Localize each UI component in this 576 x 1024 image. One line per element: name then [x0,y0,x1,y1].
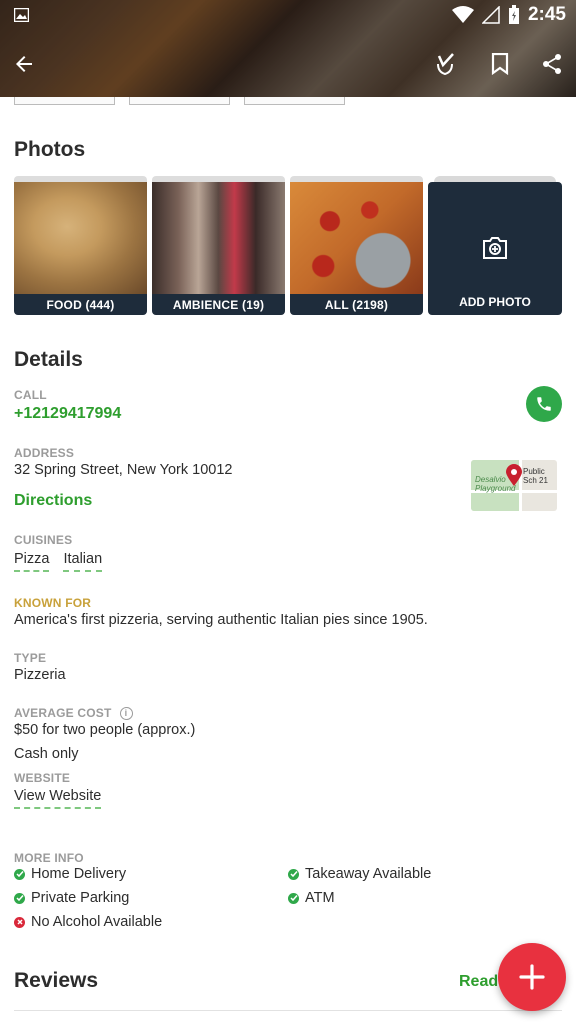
more-info-text: No Alcohol Available [31,914,163,930]
divider [14,1010,562,1011]
known-for-text: America's first pizzeria, serving authen… [14,612,428,628]
bookmark-icon [491,53,509,75]
photo-card-label: AMBIENCE (19) [152,294,285,315]
more-info-item: ATM [288,890,335,906]
average-cost-header: AVERAGE COST i [14,706,133,721]
menu-images-strip[interactable] [14,97,345,105]
cuisine-tag[interactable]: Italian [63,551,103,572]
cross-icon [14,916,25,928]
call-button[interactable] [526,386,562,422]
share-button[interactable] [536,48,568,80]
photo-card-label: ALL (2198) [290,294,423,315]
known-for-label: KNOWN FOR [14,596,92,610]
average-cost-label: AVERAGE COST [14,706,112,720]
menu-image[interactable] [244,97,345,105]
add-photo-label: ADD PHOTO [459,295,531,309]
photos-row: FOOD (444) AMBIENCE (19) ALL (2198) ADD … [14,176,562,316]
menu-image[interactable] [129,97,230,105]
image-notification-icon [14,8,29,22]
map-thumbnail[interactable]: Desalvio Playground Public Sch 21 [471,460,557,511]
check-pin-icon [437,53,454,76]
food-photo [14,182,147,294]
all-photo [290,182,423,294]
toolbar [0,40,576,88]
reviews-title: Reviews [14,969,99,992]
payment-text: Cash only [14,746,79,762]
more-info-text: Takeaway Available [305,866,432,882]
cuisines-label: CUISINES [14,533,73,547]
check-icon [288,868,299,880]
wifi-icon [451,6,474,23]
photo-card-ambience[interactable]: AMBIENCE (19) [152,176,285,315]
hero-header: 2:45 [0,0,576,97]
been-here-button[interactable] [430,48,462,80]
info-icon[interactable]: i [119,707,133,721]
menu-image[interactable] [14,97,115,105]
plus-icon [519,964,545,990]
battery-icon [508,5,519,24]
phone-icon [537,397,551,411]
more-info-item: Takeaway Available [288,866,431,882]
status-time: 2:45 [527,4,566,25]
website-label: WEBSITE [14,771,71,785]
more-info-text: ATM [305,890,335,906]
photo-card-food[interactable]: FOOD (444) [14,176,147,315]
address-label: ADDRESS [14,446,75,460]
more-info-item: Private Parking [14,890,129,906]
arrow-back-icon [16,56,32,72]
add-photo-camera-icon [483,237,507,259]
more-info-label: MORE INFO [14,851,84,865]
bookmark-button[interactable] [484,48,516,80]
cuisines-list: Pizza Italian [14,551,103,572]
average-cost-text: $50 for two people (approx.) [14,722,196,738]
photo-card-all[interactable]: ALL (2198) [290,176,423,315]
cuisine-tag[interactable]: Pizza [14,551,50,572]
status-bar: 2:45 [0,0,576,30]
call-label: CALL [14,388,47,402]
website-link[interactable]: View Website [14,788,102,809]
photo-card-label: FOOD (444) [14,294,147,315]
phone-number[interactable]: +12129417994 [14,405,121,423]
map-school-label: Public Sch 21 [523,467,548,485]
more-info-item: Home Delivery [14,866,126,882]
type-label: TYPE [14,651,47,665]
type-text: Pizzeria [14,667,66,683]
more-info-item: No Alcohol Available [14,914,162,930]
more-info-text: Private Parking [31,890,130,906]
address-text: 32 Spring Street, New York 10012 [14,462,233,478]
add-review-fab[interactable] [498,943,566,1011]
check-icon [14,868,25,880]
photos-title: Photos [14,138,86,161]
map-pin-icon [506,464,522,486]
check-icon [288,892,299,904]
directions-link[interactable]: Directions [14,492,92,510]
ambience-photo [152,182,285,294]
details-title: Details [14,348,83,371]
share-icon [543,54,561,74]
more-info-text: Home Delivery [31,866,127,882]
check-icon [14,892,25,904]
add-photo-button[interactable]: ADD PHOTO [428,176,562,315]
cell-signal-icon [481,6,500,24]
website-link-text: View Website [14,788,102,809]
back-button[interactable] [8,48,40,80]
